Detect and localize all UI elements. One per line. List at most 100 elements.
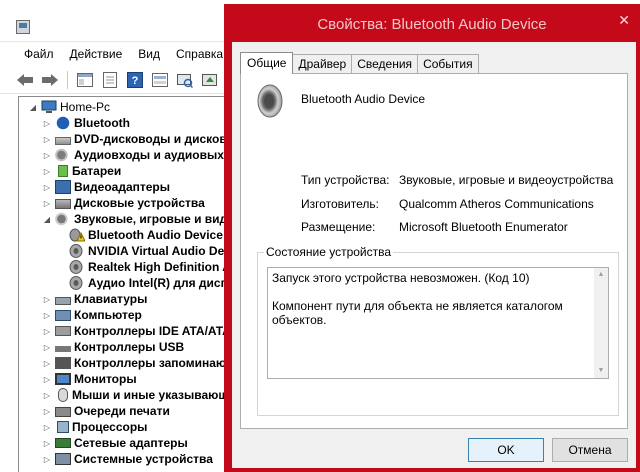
scroll-up-icon[interactable]: ▲	[594, 268, 608, 282]
tree-category[interactable]: ▷ Bluetooth	[41, 115, 130, 131]
tree-root-label: Home-Pc	[60, 100, 111, 114]
tree-category[interactable]: ▷ Компьютер	[41, 307, 142, 323]
tree-root[interactable]: ◢ Home-Pc	[27, 99, 110, 115]
tree-category[interactable]: ▷ Очереди печати	[41, 403, 170, 419]
tree-category[interactable]: ▷ Сетевые адаптеры	[41, 435, 188, 451]
help-icon[interactable]: ?	[124, 69, 146, 91]
monitor-icon	[55, 373, 71, 385]
tab-details[interactable]: Сведения	[351, 54, 419, 74]
tree-category[interactable]: ▷ Мониторы	[41, 371, 137, 387]
back-arrow-icon[interactable]	[14, 69, 36, 91]
location-label: Размещение:	[301, 220, 376, 234]
tree-category[interactable]: ▷ Контроллеры запоминаю	[41, 355, 226, 371]
tree-category[interactable]: ▷ Батареи	[41, 163, 121, 179]
tree-device[interactable]: Realtek High Definition A	[67, 259, 228, 275]
manufacturer-label: Изготовитель:	[301, 197, 379, 211]
tree-device[interactable]: Аудио Intel(R) для дисп	[67, 275, 228, 291]
collapse-arrow-icon[interactable]: ◢	[41, 215, 53, 224]
usb-icon	[55, 346, 71, 352]
tree-category[interactable]: ▷ Аудиовходы и аудиовыход	[41, 147, 228, 163]
tree-category-label: Батареи	[72, 164, 122, 178]
keyboard-icon	[55, 297, 71, 305]
expand-arrow-icon[interactable]: ▷	[41, 391, 53, 400]
tree-category-label: Мыши и иные указывающ	[72, 388, 228, 402]
ok-button[interactable]: OK	[468, 438, 544, 462]
expand-arrow-icon[interactable]: ▷	[41, 295, 53, 304]
svg-text:?: ?	[132, 75, 139, 87]
menu-help[interactable]: Справка	[168, 44, 231, 66]
view-icon[interactable]	[149, 69, 171, 91]
expand-arrow-icon[interactable]: ▷	[41, 359, 53, 368]
speaker-device-icon	[257, 84, 283, 118]
expand-arrow-icon[interactable]: ▷	[41, 311, 53, 320]
expand-arrow-icon[interactable]: ▷	[41, 407, 53, 416]
collapse-arrow-icon[interactable]: ◢	[27, 103, 39, 112]
expand-arrow-icon[interactable]: ▷	[41, 439, 53, 448]
menu-file[interactable]: Файл	[16, 44, 62, 66]
close-icon[interactable]: ✕	[618, 12, 630, 29]
mouse-icon	[58, 388, 68, 402]
tree-device[interactable]: NVIDIA Virtual Audio De	[67, 243, 224, 259]
scan-hardware-icon[interactable]	[174, 69, 196, 91]
menu-view[interactable]: Вид	[130, 44, 168, 66]
tree-category[interactable]: ◢ Звуковые, игровые и видео	[41, 211, 228, 227]
expand-arrow-icon[interactable]: ▷	[41, 183, 53, 192]
speaker-icon	[69, 244, 83, 258]
system-device-icon	[55, 453, 71, 465]
scroll-down-icon[interactable]: ▼	[594, 364, 608, 378]
dialog-client-area: Общие Драйвер Сведения События Bluetooth	[232, 42, 636, 468]
update-driver-icon[interactable]	[199, 69, 221, 91]
expand-arrow-icon[interactable]: ▷	[41, 343, 53, 352]
expand-arrow-icon[interactable]: ▷	[41, 199, 53, 208]
tree-category[interactable]: ▷ Дисковые устройства	[41, 195, 205, 211]
tree-device[interactable]: Bluetooth Audio Device	[67, 227, 223, 243]
menu-action[interactable]: Действие	[62, 44, 131, 66]
tree-device-label: Realtek High Definition A	[88, 260, 228, 274]
tab-strip: Общие Драйвер Сведения События	[240, 52, 479, 74]
battery-icon	[58, 165, 68, 177]
location-value: Microsoft Bluetooth Enumerator	[399, 220, 568, 234]
tab-driver[interactable]: Драйвер	[292, 54, 353, 74]
tab-events[interactable]: События	[417, 54, 479, 74]
device-manager-app-icon[interactable]	[16, 20, 30, 34]
tree-category[interactable]: ▷ Процессоры	[41, 419, 148, 435]
status-scrollbar[interactable]: ▲ ▼	[594, 268, 608, 378]
tree-category[interactable]: ▷ DVD-дисководы и дисково	[41, 131, 228, 147]
tree-category-label: Процессоры	[72, 420, 148, 434]
expand-arrow-icon[interactable]: ▷	[41, 375, 53, 384]
tree-category-label: Контроллеры IDE ATA/ATAP	[74, 324, 228, 338]
storage-controller-icon	[55, 357, 71, 369]
general-tab-panel: Bluetooth Audio Device Тип устройства: З…	[240, 73, 628, 429]
tree-category-label: Видеоадаптеры	[74, 180, 171, 194]
device-name: Bluetooth Audio Device	[301, 92, 426, 106]
tree-category[interactable]: ▷ Клавиатуры	[41, 291, 147, 307]
tree-category[interactable]: ▷ Контроллеры IDE ATA/ATAP	[41, 323, 228, 339]
device-status-textbox[interactable]: Запуск этого устройства невозможен. (Код…	[267, 267, 609, 379]
tree-category[interactable]: ▷ Видеоадаптеры	[41, 179, 170, 195]
audio-io-icon	[55, 148, 71, 162]
tree-category-label: Клавиатуры	[74, 292, 148, 306]
expand-arrow-icon[interactable]: ▷	[41, 167, 53, 176]
forward-arrow-icon[interactable]	[39, 69, 61, 91]
tab-general[interactable]: Общие	[240, 52, 294, 74]
show-hide-tree-icon[interactable]	[74, 69, 96, 91]
properties-dialog: Свойства: Bluetooth Audio Device ✕ Общие…	[224, 4, 640, 472]
expand-arrow-icon[interactable]: ▷	[41, 119, 53, 128]
tree-category-label: Аудиовходы и аудиовыход	[74, 148, 228, 162]
expand-arrow-icon[interactable]: ▷	[41, 135, 53, 144]
tree-category-label: Компьютер	[74, 308, 142, 322]
sound-icon	[55, 212, 71, 226]
tree-category-label: DVD-дисководы и дисково	[74, 132, 228, 146]
tree-category[interactable]: ▷ Мыши и иные указывающ	[41, 387, 228, 403]
expand-arrow-icon[interactable]: ▷	[41, 423, 53, 432]
tree-category[interactable]: ▷ Контроллеры USB	[41, 339, 184, 355]
device-status-label: Состояние устройства	[264, 245, 394, 259]
processor-icon	[57, 421, 69, 433]
expand-arrow-icon[interactable]: ▷	[41, 455, 53, 464]
device-tree: ◢ Home-Pc ▷ Bluetooth ▷ DVD-дисководы и дис…	[18, 96, 228, 472]
cancel-button[interactable]: Отмена	[552, 438, 628, 462]
expand-arrow-icon[interactable]: ▷	[41, 327, 53, 336]
expand-arrow-icon[interactable]: ▷	[41, 151, 53, 160]
tree-category[interactable]: ▷ Системные устройства	[41, 451, 213, 467]
properties-sheet-icon[interactable]	[99, 69, 121, 91]
